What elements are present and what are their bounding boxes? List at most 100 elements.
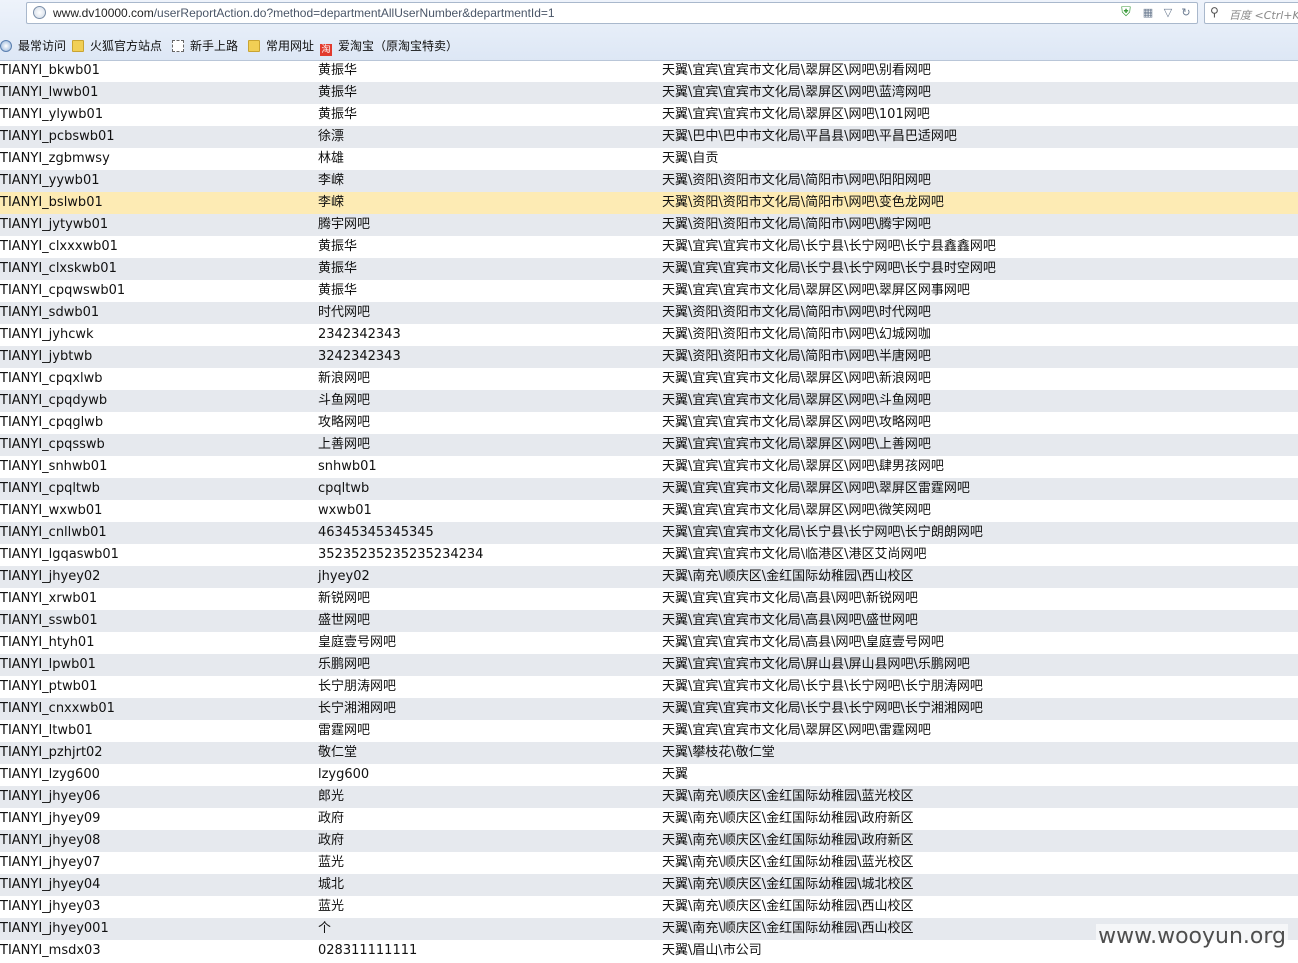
table-row: TIANYI_cpqltwb cpqltwb 天翼\宜宾\宜宾市文化局\翠屏区\网吧… [0,478,1298,500]
table-row: TIANYI_sdwb01 时代网吧 天翼\资阳\资阳市文化局\简阳市\网吧\时代网… [0,302,1298,324]
user-name-cell: 35235235235235234234 [318,547,484,562]
user-id-cell: TIANYI_cnxxwb01 [0,701,115,716]
user-name-cell: 李嵘 [318,173,345,188]
user-id-cell: TIANYI_msdx03 [0,943,101,958]
user-name-cell: 黄振华 [318,63,358,78]
user-id-cell: TIANYI_jytywb01 [0,217,109,232]
table-row: TIANYI_htyh01 皇庭壹号网吧 天翼\宜宾\宜宾市文化局\高县\网吧\皇庭… [0,632,1298,654]
user-name-cell: 乐鹏网吧 [318,657,371,672]
department-path-cell: 天翼\资阳\资阳市文化局\简阳市\网吧\变色龙网吧 [662,195,944,210]
globe-icon [0,40,12,52]
bookmark-item[interactable]: 淘爱淘宝（原淘宝特卖） [320,36,458,56]
bookmark-item[interactable]: 火狐官方站点 [72,36,162,56]
user-name-cell: 上善网吧 [318,437,371,452]
user-name-cell: 长宁朋涛网吧 [318,679,397,694]
user-id-cell: TIANYI_cpqglwb [0,415,104,430]
department-path-cell: 天翼\南充\顺庆区\金红国际幼稚园\西山校区 [662,569,914,584]
department-path-cell: 天翼\宜宾\宜宾市文化局\翠屏区\网吧\新浪网吧 [662,371,931,386]
table-row: TIANYI_cpqdywb 斗鱼网吧 天翼\宜宾\宜宾市文化局\翠屏区\网吧\斗鱼… [0,390,1298,412]
user-id-cell: TIANYI_pcbswb01 [0,129,115,144]
bookmark-item[interactable]: 新手上路 [172,36,238,56]
shield-icon[interactable]: ⛨ [1119,6,1133,20]
user-id-cell: TIANYI_lgqaswb01 [0,547,119,562]
user-name-cell: 政府 [318,833,345,848]
user-name-cell: 黄振华 [318,261,358,276]
user-id-cell: TIANYI_jhyey04 [0,877,101,892]
user-name-cell: 2342342343 [318,327,401,342]
watermark: www.wooyun.org [1096,924,1288,949]
table-row: TIANYI_cpqwswb01 黄振华 天翼\宜宾\宜宾市文化局\翠屏区\网吧\翠… [0,280,1298,302]
user-name-cell: 城北 [318,877,345,892]
user-id-cell: TIANYI_jhyey09 [0,811,101,826]
url-text[interactable]: www.dv10000.com/userReportAction.do?meth… [53,6,555,20]
user-id-cell: TIANYI_jhyey03 [0,899,101,914]
user-name-cell: 3242342343 [318,349,401,364]
reload-icon[interactable]: ↻ [1179,6,1193,20]
user-id-cell: TIANYI_jhyey06 [0,789,101,804]
user-id-cell: TIANYI_pzhjrt02 [0,745,103,760]
table-row: TIANYI_yywb01 李嵘 天翼\资阳\资阳市文化局\简阳市\网吧\阳阳网吧 [0,170,1298,192]
user-id-cell: TIANYI_ltwb01 [0,723,93,738]
table-row: TIANYI_lwwb01 黄振华 天翼\宜宾\宜宾市文化局\翠屏区\网吧\蓝湾网吧 [0,82,1298,104]
department-path-cell: 天翼\宜宾\宜宾市文化局\翠屏区\网吧\上善网吧 [662,437,931,452]
dropdown-arrow-icon[interactable]: ▽ [1161,6,1175,20]
user-id-cell: TIANYI_cpqxlwb [0,371,103,386]
department-path-cell: 天翼\南充\顺庆区\金红国际幼稚园\政府新区 [662,811,914,826]
table-row: TIANYI_jhyey09 政府 天翼\南充\顺庆区\金红国际幼稚园\政府新区 [0,808,1298,830]
user-id-cell: TIANYI_snhwb01 [0,459,108,474]
table-row: TIANYI_clxxxwb01 黄振华 天翼\宜宾\宜宾市文化局\长宁县\长宁网吧… [0,236,1298,258]
user-id-cell: TIANYI_sswb01 [0,613,98,628]
address-bar[interactable]: www.dv10000.com/userReportAction.do?meth… [26,2,1198,24]
user-name-cell: snhwb01 [318,459,377,474]
table-row: TIANYI_lpwb01 乐鹏网吧 天翼\宜宾\宜宾市文化局\屏山县\屏山县网吧\… [0,654,1298,676]
url-path: /userReportAction.do?method=departmentAl… [153,6,555,20]
department-path-cell: 天翼\南充\顺庆区\金红国际幼稚园\蓝光校区 [662,789,914,804]
qr-code-icon[interactable]: ▦ [1141,6,1155,20]
department-path-cell: 天翼\宜宾\宜宾市文化局\翠屏区\网吧\翠屏区网事网吧 [662,283,970,298]
bookmark-item[interactable]: 最常访问 [0,36,66,56]
department-path-cell: 天翼\南充\顺庆区\金红国际幼稚园\城北校区 [662,877,914,892]
bookmark-label: 爱淘宝（原淘宝特卖） [338,39,459,53]
table-row: TIANYI_xrwb01 新锐网吧 天翼\宜宾\宜宾市文化局\高县\网吧\新锐网吧 [0,588,1298,610]
user-id-cell: TIANYI_jhyey001 [0,921,109,936]
user-name-cell: 皇庭壹号网吧 [318,635,397,650]
dashed-page-icon [172,40,184,52]
user-name-cell: 新浪网吧 [318,371,371,386]
department-path-cell: 天翼\眉山\市公司 [662,943,762,958]
user-name-cell: 黄振华 [318,107,358,122]
search-box[interactable]: ⚲ 百度 <Ctrl+K> [1204,2,1298,24]
department-path-cell: 天翼\宜宾\宜宾市文化局\翠屏区\网吧\攻略网吧 [662,415,931,430]
user-id-cell: TIANYI_htyh01 [0,635,95,650]
folder-icon [248,40,260,52]
user-name-cell: 黄振华 [318,239,358,254]
department-path-cell: 天翼\南充\顺庆区\金红国际幼稚园\蓝光校区 [662,855,914,870]
search-placeholder: 百度 <Ctrl+K> [1229,9,1298,22]
department-path-cell: 天翼\南充\顺庆区\金红国际幼稚园\西山校区 [662,921,914,936]
department-path-cell: 天翼\宜宾\宜宾市文化局\屏山县\屏山县网吧\乐鹏网吧 [662,657,970,672]
user-id-cell: TIANYI_cpqltwb [0,481,100,496]
user-name-cell: 长宁湘湘网吧 [318,701,397,716]
table-row: TIANYI_clxskwb01 黄振华 天翼\宜宾\宜宾市文化局\长宁县\长宁网吧… [0,258,1298,280]
user-name-cell: 时代网吧 [318,305,371,320]
department-path-cell: 天翼\宜宾\宜宾市文化局\翠屏区\网吧\斗鱼网吧 [662,393,931,408]
user-id-cell: TIANYI_bkwb01 [0,63,100,78]
table-row: TIANYI_jhyey08 政府 天翼\南充\顺庆区\金红国际幼稚园\政府新区 [0,830,1298,852]
user-id-cell: TIANYI_jyhcwk [0,327,94,342]
user-name-cell: 新锐网吧 [318,591,371,606]
search-icon: ⚲ [1210,5,1219,19]
table-row: TIANYI_cnllwb01 46345345345345 天翼\宜宾\宜宾市文化… [0,522,1298,544]
bookmark-item[interactable]: 常用网址 [248,36,314,56]
user-id-cell: TIANYI_clxskwb01 [0,261,117,276]
table-row: TIANYI_bslwb01 李嵘 天翼\资阳\资阳市文化局\简阳市\网吧\变色龙网… [0,192,1298,214]
table-row: TIANYI_snhwb01 snhwb01 天翼\宜宾\宜宾市文化局\翠屏区\网吧… [0,456,1298,478]
user-id-cell: TIANYI_ptwb01 [0,679,98,694]
url-host: www.dv10000.com [53,6,154,20]
department-path-cell: 天翼\宜宾\宜宾市文化局\高县\网吧\盛世网吧 [662,613,918,628]
department-path-cell: 天翼\宜宾\宜宾市文化局\长宁县\长宁网吧\长宁湘湘网吧 [662,701,983,716]
department-path-cell: 天翼\南充\顺庆区\金红国际幼稚园\政府新区 [662,833,914,848]
user-name-cell: 林雄 [318,151,345,166]
user-name-cell: jhyey02 [318,569,370,584]
user-name-cell: wxwb01 [318,503,372,518]
department-path-cell: 天翼\宜宾\宜宾市文化局\高县\网吧\新锐网吧 [662,591,918,606]
user-id-cell: TIANYI_ylywb01 [0,107,104,122]
